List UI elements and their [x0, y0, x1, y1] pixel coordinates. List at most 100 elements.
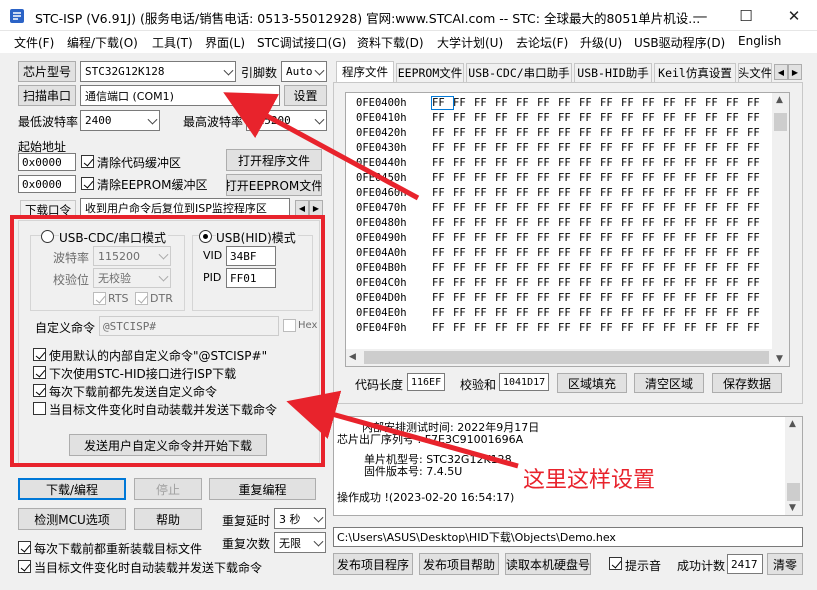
hex-byte[interactable]: FF	[705, 142, 726, 154]
hex-byte[interactable]: FF	[663, 292, 684, 304]
hex-byte[interactable]: FF	[474, 187, 495, 199]
hex-byte[interactable]: FF	[516, 307, 537, 319]
menu-datasheet-download[interactable]: 资料下载(D)	[357, 34, 424, 51]
hex-byte[interactable]: FF	[642, 127, 663, 139]
menu-university[interactable]: 大学计划(U)	[437, 34, 503, 51]
hex-byte[interactable]: FF	[600, 127, 621, 139]
tab-usb-cdc-serial[interactable]: USB-CDC/串口助手	[466, 63, 572, 82]
hex-byte[interactable]: FF	[537, 97, 558, 109]
hex-byte[interactable]: FF	[537, 247, 558, 259]
hex-byte[interactable]: FF	[579, 172, 600, 184]
hex-byte[interactable]: FF	[747, 157, 768, 169]
reprogram-button[interactable]: 重复编程	[209, 478, 316, 500]
hex-byte[interactable]: FF	[705, 292, 726, 304]
hex-byte[interactable]: FF	[495, 217, 516, 229]
hex-byte[interactable]: FF	[642, 187, 663, 199]
hex-byte[interactable]: FF	[537, 172, 558, 184]
hex-byte[interactable]: FF	[579, 187, 600, 199]
hex-byte[interactable]: FF	[663, 97, 684, 109]
arrow-down-icon[interactable]: ▼	[789, 503, 796, 513]
hex-byte[interactable]: FF	[432, 232, 453, 244]
hex-byte[interactable]: FF	[642, 157, 663, 169]
hex-byte[interactable]: FF	[726, 142, 747, 154]
file-path-field[interactable]: C:\Users\ASUS\Desktop\HID下载\Objects\Demo…	[333, 527, 803, 547]
hex-byte[interactable]: FF	[705, 202, 726, 214]
hex-byte[interactable]: FF	[600, 187, 621, 199]
arrow-up-icon[interactable]: ▲	[789, 419, 796, 429]
hex-byte[interactable]: FF	[474, 172, 495, 184]
tab-program-file[interactable]: 程序文件	[336, 61, 394, 82]
hex-byte[interactable]: FF	[642, 247, 663, 259]
hex-byte[interactable]: FF	[642, 217, 663, 229]
hex-byte[interactable]: FF	[600, 97, 621, 109]
hex-byte[interactable]: FF	[705, 112, 726, 124]
hex-byte[interactable]: FF	[705, 127, 726, 139]
hex-byte[interactable]: FF	[684, 292, 705, 304]
hex-byte[interactable]: FF	[705, 172, 726, 184]
hex-byte[interactable]: FF	[474, 112, 495, 124]
hex-byte[interactable]: FF	[726, 217, 747, 229]
hex-byte[interactable]: FF	[642, 232, 663, 244]
hex-byte[interactable]: FF	[621, 112, 642, 124]
menu-interface[interactable]: 界面(L)	[205, 34, 245, 51]
hex-byte[interactable]: FF	[600, 262, 621, 274]
hex-byte[interactable]: FF	[474, 202, 495, 214]
hex-byte[interactable]: FF	[516, 277, 537, 289]
port-select[interactable]: 通信端口 (COM1)	[80, 85, 280, 106]
hex-byte[interactable]: FF	[663, 307, 684, 319]
hex-byte[interactable]: FF	[558, 142, 579, 154]
hex-byte[interactable]: FF	[621, 187, 642, 199]
publish-help-button[interactable]: 发布项目帮助	[419, 553, 499, 575]
tab-eeprom-file[interactable]: EEPROM文件	[396, 63, 464, 82]
hex-byte[interactable]: FF	[558, 97, 579, 109]
hex-byte[interactable]: FF	[663, 142, 684, 154]
hex-byte[interactable]: FF	[516, 322, 537, 334]
hex-byte[interactable]: FF	[600, 112, 621, 124]
hex-byte[interactable]: FF	[537, 112, 558, 124]
hex-byte[interactable]: FF	[684, 187, 705, 199]
hex-byte[interactable]: FF	[663, 112, 684, 124]
hex-byte[interactable]: FF	[432, 292, 453, 304]
repeat-count-select[interactable]: 无限	[274, 532, 326, 553]
hex-byte[interactable]: FF	[726, 232, 747, 244]
hex-byte[interactable]: FF	[516, 217, 537, 229]
hex-byte[interactable]: FF	[747, 112, 768, 124]
hex-byte[interactable]: FF	[663, 247, 684, 259]
hex-byte[interactable]: FF	[726, 202, 747, 214]
min-baud-select[interactable]: 2400	[80, 110, 160, 131]
hex-byte[interactable]: FF	[495, 142, 516, 154]
reload-before-download-checkbox[interactable]	[18, 541, 31, 554]
hex-byte[interactable]: FF	[663, 322, 684, 334]
hex-byte[interactable]: FF	[726, 112, 747, 124]
hex-byte[interactable]: FF	[747, 187, 768, 199]
hex-byte[interactable]: FF	[663, 232, 684, 244]
hex-byte[interactable]: FF	[747, 262, 768, 274]
hex-byte[interactable]: FF	[453, 112, 474, 124]
hex-byte[interactable]: FF	[684, 322, 705, 334]
minimize-button[interactable]: —	[677, 0, 723, 31]
hex-byte[interactable]: FF	[474, 157, 495, 169]
hex-byte[interactable]: FF	[432, 247, 453, 259]
hex-byte[interactable]: FF	[453, 202, 474, 214]
hex-byte[interactable]: FF	[747, 142, 768, 154]
hex-byte[interactable]: FF	[537, 277, 558, 289]
tab-header-file[interactable]: 头文件	[738, 63, 772, 82]
hex-byte[interactable]: FF	[642, 97, 663, 109]
hex-byte[interactable]: FF	[684, 127, 705, 139]
hex-byte[interactable]: FF	[684, 157, 705, 169]
fill-region-button[interactable]: 区域填充	[557, 373, 627, 393]
hex-byte[interactable]: FF	[663, 202, 684, 214]
hex-byte[interactable]: FF	[495, 247, 516, 259]
hex-byte[interactable]: FF	[747, 247, 768, 259]
hex-byte[interactable]: FF	[537, 232, 558, 244]
hex-byte[interactable]: FF	[558, 187, 579, 199]
download-program-button[interactable]: 下载/编程	[18, 478, 126, 500]
menu-program-download[interactable]: 编程/下载(O)	[67, 34, 138, 51]
hex-byte[interactable]: FF	[684, 202, 705, 214]
tab-keil-simulation[interactable]: Keil仿真设置	[654, 63, 736, 82]
hex-byte[interactable]: FF	[747, 292, 768, 304]
hex-byte[interactable]: FF	[431, 96, 454, 110]
menu-upgrade[interactable]: 升级(U)	[580, 34, 622, 51]
hex-byte[interactable]: FF	[474, 322, 495, 334]
hex-byte[interactable]: FF	[558, 322, 579, 334]
